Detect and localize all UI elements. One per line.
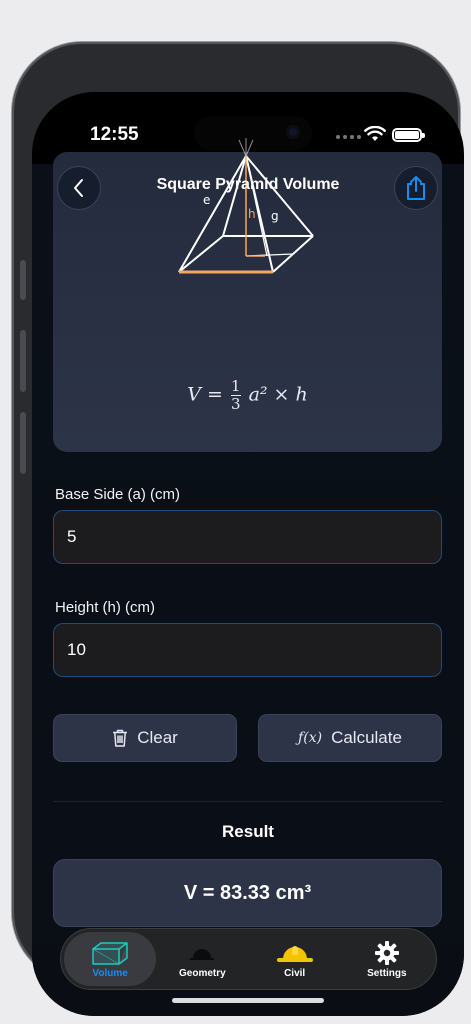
pyramid-diagram: e h g a xyxy=(178,138,314,278)
trash-icon xyxy=(113,729,128,747)
share-button[interactable] xyxy=(394,166,438,210)
volume-formula: V = 1 3 a² × h xyxy=(187,377,308,413)
home-indicator xyxy=(172,998,324,1003)
clear-button[interactable]: Clear xyxy=(53,714,237,762)
phone-frame: 12:55 e h g V = 1 3 a² × h Square Pyrami… xyxy=(12,42,464,1016)
tab-settings[interactable]: Settings xyxy=(341,932,433,986)
wifi-icon xyxy=(364,126,386,141)
slant-label: g xyxy=(271,209,279,223)
volume-down-button xyxy=(20,412,26,474)
result-box: V = 83.33 cm³ xyxy=(53,859,442,927)
tab-settings-label: Settings xyxy=(367,967,407,979)
status-time: 12:55 xyxy=(90,124,139,145)
function-icon: ƒ(x) xyxy=(298,730,323,746)
formula-lhs: V xyxy=(187,383,201,406)
divider xyxy=(53,801,442,802)
result-value: V = 83.33 cm³ xyxy=(183,881,312,904)
cube-icon xyxy=(92,941,128,965)
tab-volume[interactable]: Volume xyxy=(64,932,157,986)
action-button xyxy=(20,260,26,300)
tab-geometry-label: Geometry xyxy=(179,967,226,979)
edge-label: e xyxy=(203,193,210,207)
diagram-card: e h g a V = 1 3 a² × h xyxy=(53,138,442,452)
tab-geometry[interactable]: Geometry xyxy=(156,932,248,986)
clear-label: Clear xyxy=(137,728,178,747)
gear-icon xyxy=(374,940,399,965)
tab-civil-label: Civil xyxy=(284,967,306,979)
formula-numerator: 1 xyxy=(230,377,241,396)
share-icon xyxy=(407,176,425,200)
formula-rhs: a² × h xyxy=(248,383,308,406)
base-label: a xyxy=(222,274,229,278)
tab-bar: Volume Geometry Civil Settings xyxy=(60,928,437,990)
result-title: Result xyxy=(222,822,274,841)
base-side-label: Base Side (a) (cm) xyxy=(55,486,181,503)
camera-icon xyxy=(286,125,300,139)
calculate-button[interactable]: ƒ(x) Calculate xyxy=(258,714,442,762)
signal-icon xyxy=(336,135,361,139)
calculate-label: Calculate xyxy=(331,728,402,747)
formula-denominator: 3 xyxy=(230,395,241,413)
dome-icon xyxy=(190,948,215,960)
volume-up-button xyxy=(20,330,26,392)
battery-icon xyxy=(392,128,425,142)
height-input[interactable] xyxy=(53,623,442,677)
height-label: Height (h) (cm) xyxy=(55,599,156,616)
formula-fraction: 1 3 xyxy=(230,377,241,413)
hard-hat-icon xyxy=(276,945,313,962)
tab-volume-label: Volume xyxy=(92,967,128,979)
screen: 12:55 e h g V = 1 3 a² × h Square Pyrami… xyxy=(32,92,464,1016)
tab-civil[interactable]: Civil xyxy=(249,932,341,986)
height-label: h xyxy=(248,207,256,221)
base-side-input[interactable] xyxy=(53,510,442,564)
